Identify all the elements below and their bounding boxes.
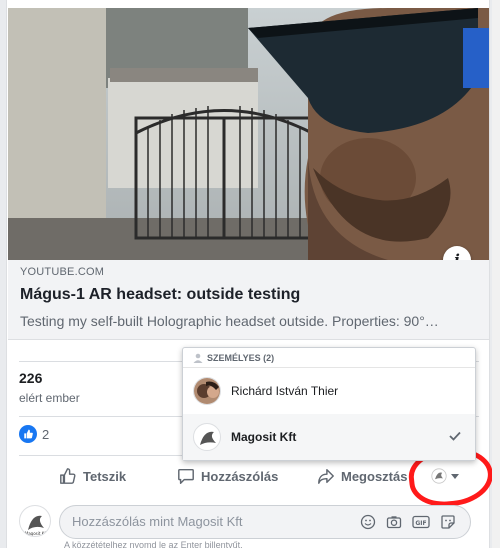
svg-text:Magosit Kft: Magosit Kft <box>25 531 48 536</box>
person-icon <box>193 353 203 363</box>
comment-hint: A közzétételhez nyomd le az Enter billen… <box>64 540 243 548</box>
like-label: Tetszik <box>83 468 127 484</box>
reach-count: 226 <box>19 370 43 386</box>
comment-tools: GIF <box>360 514 456 530</box>
comment-input[interactable]: Hozzászólás mint Magosit Kft GIF <box>59 505 471 539</box>
comment-button[interactable]: Hozzászólás <box>177 458 278 494</box>
avatar <box>193 423 221 451</box>
svg-text:GIF: GIF <box>415 520 426 527</box>
sticker-icon[interactable] <box>440 514 456 530</box>
link-preview-image[interactable] <box>8 8 489 260</box>
camera-icon[interactable] <box>386 514 402 530</box>
actor-dropdown-menu: SZEMÉLYES (2) Richárd István Thier Magos… <box>182 347 476 461</box>
reach-stats: 226 elért ember <box>19 370 80 405</box>
like-button[interactable]: Tetszik <box>59 458 126 494</box>
link-title[interactable]: Mágus-1 AR headset: outside testing <box>20 286 477 304</box>
avatar <box>193 377 221 405</box>
comment-placeholder: Hozzászólás mint Magosit Kft <box>72 514 243 529</box>
emoji-icon[interactable] <box>360 514 376 530</box>
share-button[interactable]: Megosztás <box>317 458 407 494</box>
gif-icon[interactable]: GIF <box>412 514 430 530</box>
page-scrollbar[interactable] <box>492 0 500 548</box>
comment-label: Hozzászólás <box>201 468 279 484</box>
link-description: Testing my self-built Holographic headse… <box>20 313 439 329</box>
like-icon <box>19 425 37 443</box>
actor-option-richard[interactable]: Richárd István Thier <box>183 368 475 414</box>
avatar[interactable]: Magosit Kft <box>19 505 51 537</box>
dropdown-section-header: SZEMÉLYES (2) <box>183 348 475 368</box>
like-icon <box>60 468 76 484</box>
reach-label: elért ember <box>19 391 80 405</box>
reaction-summary[interactable]: 2 <box>19 425 49 443</box>
comment-composer: Magosit Kft Hozzászólás mint Magosit Kft… <box>19 505 479 539</box>
actor-option-label: Richárd István Thier <box>231 384 339 398</box>
like-count[interactable]: 2 <box>42 427 49 442</box>
actor-option-magosit[interactable]: Magosit Kft <box>183 414 475 460</box>
link-preview-meta[interactable]: YOUTUBE.COM Mágus-1 AR headset: outside … <box>8 260 489 340</box>
post-card: i YOUTUBE.COM Mágus-1 AR headset: outsid… <box>6 0 496 548</box>
share-icon <box>318 468 334 484</box>
check-icon <box>449 431 461 441</box>
comment-icon <box>178 468 194 484</box>
section-label: SZEMÉLYES (2) <box>207 352 275 363</box>
actor-option-label: Magosit Kft <box>231 430 297 444</box>
link-domain: YOUTUBE.COM <box>20 266 105 278</box>
share-label: Megosztás <box>341 468 408 484</box>
